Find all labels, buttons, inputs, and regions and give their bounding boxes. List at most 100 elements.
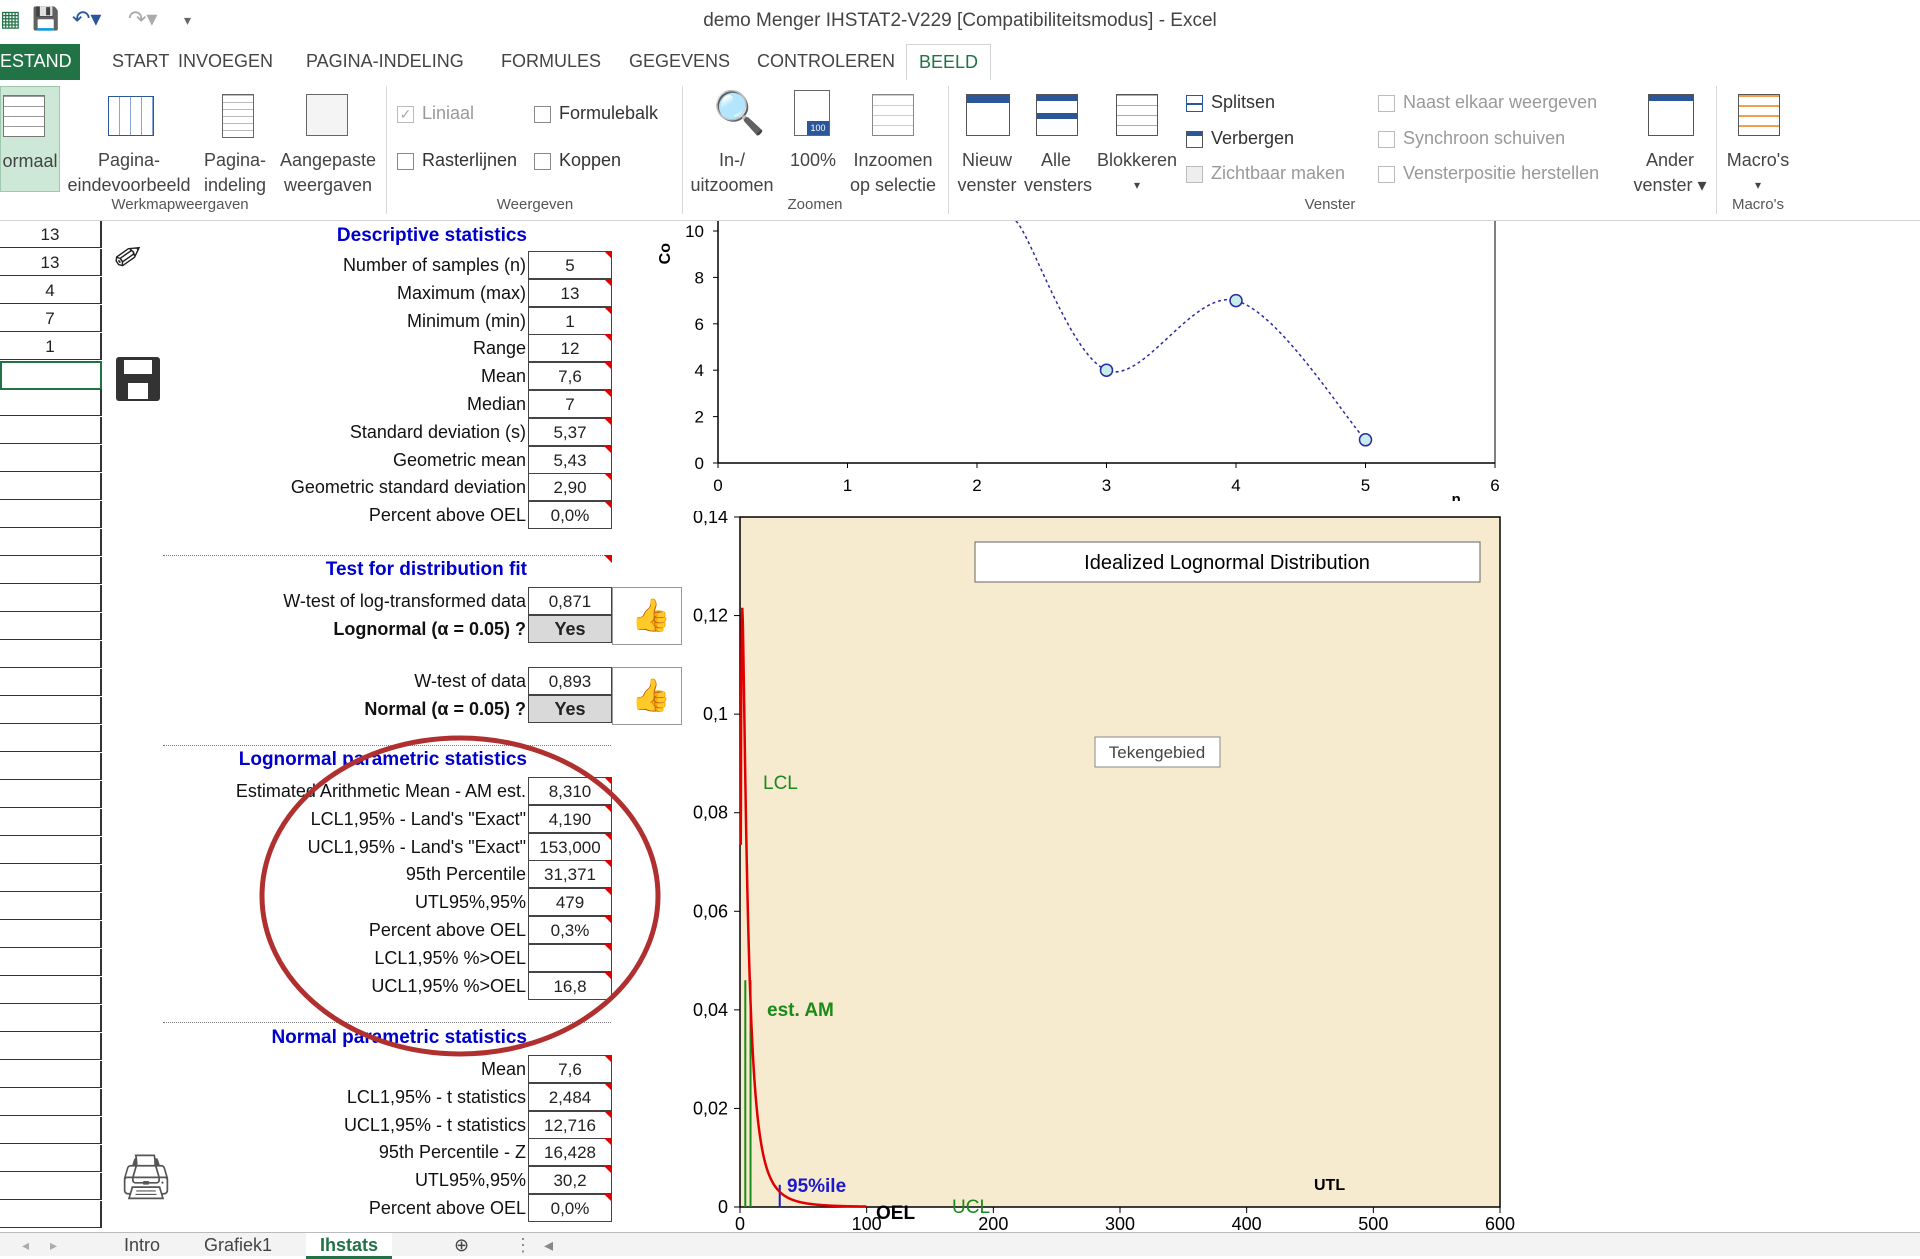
tab-beeld[interactable]: BEELD — [906, 44, 992, 82]
stat-value[interactable]: 0,0% — [528, 501, 612, 530]
cell-a[interactable] — [0, 921, 102, 948]
formulebalk-checkbox[interactable]: Formulebalk — [534, 103, 658, 124]
cell-a[interactable] — [0, 781, 102, 808]
stat-value[interactable]: 5,37 — [528, 417, 612, 446]
stat-value[interactable]: 1 — [528, 306, 612, 335]
cell-a[interactable]: 13 — [0, 221, 102, 248]
cell-a[interactable] — [0, 557, 102, 584]
cell-a[interactable] — [0, 585, 102, 612]
stat-value[interactable]: 16,428 — [528, 1138, 612, 1167]
aangepaste-weergaven-button[interactable]: Aangepaste weergaven — [276, 86, 380, 196]
cell-a[interactable] — [0, 837, 102, 864]
cell-a[interactable] — [0, 977, 102, 1004]
cell-a[interactable] — [0, 865, 102, 892]
lognormal-value[interactable]: Yes — [528, 615, 612, 643]
add-sheet-icon[interactable]: ⊕ — [440, 1233, 483, 1256]
zoom-100-button[interactable]: 100 100% — [784, 86, 842, 196]
cell-a[interactable]: 7 — [0, 305, 102, 332]
cell-a[interactable]: 13 — [0, 249, 102, 276]
naast-elkaar-button[interactable]: Naast elkaar weergeven — [1378, 92, 1597, 113]
stat-value[interactable]: 5,43 — [528, 445, 612, 474]
cell-a[interactable]: 1 — [0, 333, 102, 360]
verbergen-button[interactable]: Verbergen — [1186, 128, 1294, 149]
comment-marker — [604, 1082, 612, 1091]
cell-a[interactable] — [0, 1061, 102, 1088]
sel-label: Inzoomen — [853, 150, 933, 170]
cell-a[interactable] — [0, 1005, 102, 1032]
vensterpositie-herstellen-button[interactable]: Vensterpositie herstellen — [1378, 163, 1599, 184]
cell-a[interactable]: 4 — [0, 277, 102, 304]
stat-value[interactable]: 12 — [528, 334, 612, 363]
pagina-eindevoorbeeld-button[interactable]: Pagina- eindevoorbeeld — [64, 86, 194, 196]
cell-a[interactable] — [0, 725, 102, 752]
zichtbaar-maken-button[interactable]: Zichtbaar maken — [1186, 163, 1345, 184]
tab-gegevens[interactable]: GEGEVENS — [617, 44, 742, 80]
nieuw-venster-button[interactable]: Nieuw venster — [950, 86, 1024, 196]
sample-line-chart[interactable]: 0 2 4 6 8 10 0 1 2 3 4 5 6 n Co — [650, 221, 1530, 501]
stat-value[interactable]: 5 — [528, 251, 612, 279]
tab-controleren[interactable]: CONTROLEREN — [745, 44, 907, 80]
cell-a[interactable] — [0, 417, 102, 444]
tab-pagina-indeling[interactable]: PAGINA-INDELING — [294, 44, 476, 80]
inzoomen-op-selectie-button[interactable]: Inzoomen op selectie — [846, 86, 940, 196]
lognormal-distribution-chart[interactable]: 00,020,040,060,080,10,120,140 100 200 300 40… — [670, 511, 1550, 1232]
liniaal-checkbox[interactable]: ✓ Liniaal — [397, 103, 474, 124]
cell-a[interactable] — [0, 669, 102, 696]
synchroon-schuiven-button[interactable]: Synchroon schuiven — [1378, 128, 1565, 149]
macros-button[interactable]: Macro's ▾ — [1720, 86, 1796, 196]
tab-bestand[interactable]: ESTAND — [0, 44, 80, 80]
sheet-tab-ihstats[interactable]: Ihstats — [306, 1233, 393, 1259]
cell-a[interactable] — [0, 1089, 102, 1116]
cell-a[interactable] — [0, 697, 102, 724]
cell-a[interactable] — [0, 893, 102, 920]
stat-value[interactable]: 0,0% — [528, 1194, 612, 1222]
cell-a[interactable] — [0, 753, 102, 780]
cell-a[interactable] — [0, 473, 102, 500]
cell-a[interactable] — [0, 1033, 102, 1060]
cell-a[interactable] — [0, 641, 102, 668]
stat-value[interactable]: 13 — [528, 278, 612, 307]
normaal-button[interactable]: ormaal — [0, 86, 60, 192]
cell-a[interactable] — [0, 1145, 102, 1172]
sheet-tab-grafiek1[interactable]: Grafiek1 — [190, 1233, 286, 1256]
stat-value[interactable]: 30,2 — [528, 1166, 612, 1195]
stat-value[interactable]: 7,6 — [528, 362, 612, 391]
cell-a[interactable] — [0, 613, 102, 640]
normal-value[interactable]: Yes — [528, 695, 612, 723]
cell-a[interactable] — [0, 529, 102, 556]
page-break-icon — [108, 96, 154, 136]
w-value[interactable]: 0,893 — [528, 667, 612, 695]
pencil-eraser-icon[interactable]: ✏ — [105, 230, 154, 282]
cell-a[interactable] — [0, 501, 102, 528]
w-log-value[interactable]: 0,871 — [528, 587, 612, 615]
scroll-tabs-right-icon[interactable]: ▸ — [36, 1233, 71, 1256]
stat-value[interactable]: 7 — [528, 390, 612, 418]
stat-value[interactable]: 2,484 — [528, 1082, 612, 1111]
worksheet[interactable]: 13 13 4 7 1 ✏ 🖨 Descriptive statistics Numbe… — [0, 221, 1920, 1232]
in-uitzoomen-button[interactable]: 🔍 In-/ uitzoomen — [684, 86, 780, 196]
cell-a[interactable] — [0, 361, 102, 390]
blokkeren-button[interactable]: Blokkeren ▾ — [1092, 86, 1182, 196]
koppen-checkbox[interactable]: Koppen — [534, 150, 621, 171]
alle-vensters-button[interactable]: Alle vensters — [1024, 86, 1092, 196]
splitsen-button[interactable]: Splitsen — [1186, 92, 1275, 113]
ander-venster-button[interactable]: Ander venster ▾ — [1628, 86, 1712, 196]
tab-formules[interactable]: FORMULES — [489, 44, 613, 80]
cell-a[interactable] — [0, 809, 102, 836]
sheet-tab-intro[interactable]: Intro — [110, 1233, 174, 1256]
pagina-indeling-button[interactable]: Pagina- indeling — [198, 86, 272, 196]
y-tick-label: 6 — [695, 315, 704, 334]
cell-a[interactable] — [0, 1173, 102, 1200]
stat-value[interactable]: 2,90 — [528, 473, 612, 502]
rasterlijnen-checkbox[interactable]: Rasterlijnen — [397, 150, 517, 171]
cell-a[interactable] — [0, 949, 102, 976]
cell-a[interactable] — [0, 445, 102, 472]
cell-a[interactable] — [0, 1201, 102, 1228]
lognormal-label: Lognormal (α = 0.05) ? — [333, 619, 526, 639]
cell-a[interactable] — [0, 389, 102, 416]
scroll-left-icon[interactable]: ◂ — [530, 1233, 567, 1256]
x-tick-label: 1 — [843, 476, 852, 495]
tab-invoegen[interactable]: INVOEGEN — [166, 44, 285, 80]
cell-a[interactable] — [0, 1117, 102, 1144]
stat-value[interactable]: 12,716 — [528, 1110, 612, 1139]
